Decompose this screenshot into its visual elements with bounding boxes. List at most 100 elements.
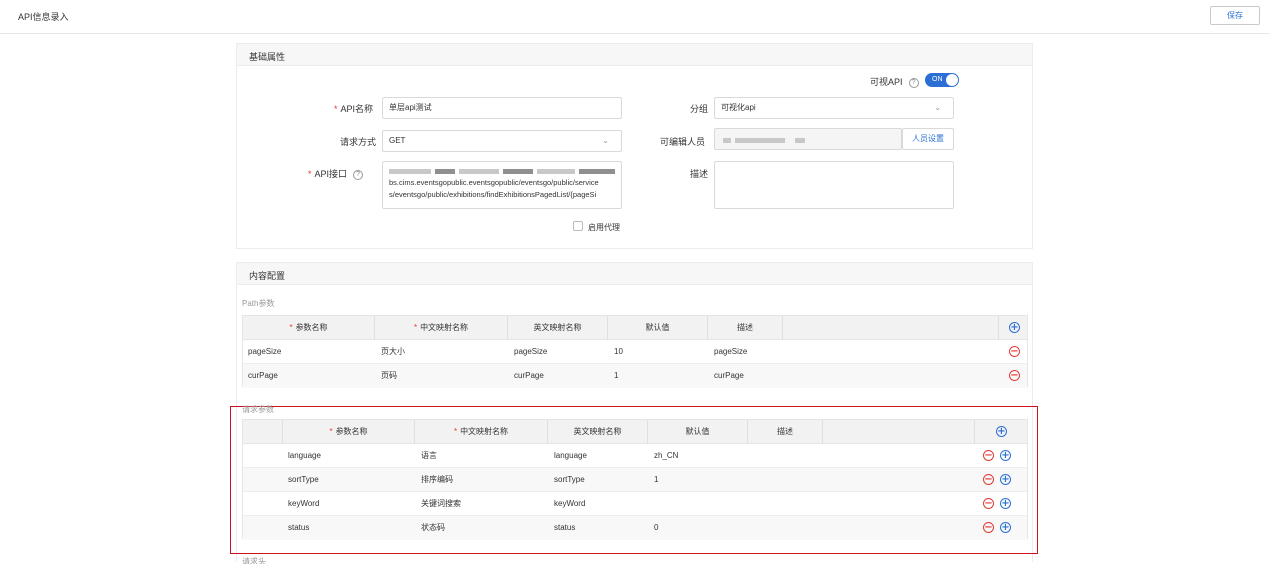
cell-default: zh_CN (654, 451, 679, 460)
page-title: API信息录入 (18, 12, 69, 22)
remove-row-icon[interactable]: − (983, 450, 994, 461)
cell-name: status (288, 523, 310, 532)
save-button[interactable]: 保存 (1210, 6, 1260, 25)
cell-name: sortType (288, 475, 319, 484)
cell-desc: curPage (714, 371, 744, 380)
remove-row-icon[interactable]: − (1009, 346, 1020, 357)
chevron-down-icon: ⌄ (602, 136, 609, 145)
table-header: * 参数名称 * 中文映射名称 英文映射名称 默认值 描述 + (243, 420, 1027, 444)
endpoint-line-2: s/eventsgo/public/exhibitions/findExhibi… (389, 190, 597, 199)
group-select[interactable]: 可视化api ⌄ (714, 97, 954, 119)
cell-name: keyWord (288, 499, 320, 508)
visual-api-label: 可视API? (870, 75, 919, 88)
api-endpoint-textarea[interactable]: bs.cims.eventsgopublic.eventsgopublic/ev… (382, 161, 622, 209)
cell-default: 0 (654, 523, 659, 532)
cell-cn: 语言 (421, 451, 437, 460)
chevron-down-icon: ⌄ (934, 103, 941, 112)
cell-cn: 页大小 (381, 347, 405, 356)
cell-en: keyWord (554, 499, 586, 508)
table-row: status 状态码 status 0 − + (243, 516, 1027, 540)
table-row: sortType 排序编码 sortType 1 − + (243, 468, 1027, 492)
editors-label: 可编辑人员 (660, 137, 706, 147)
proxy-label: 启用代理 (588, 223, 620, 232)
remove-row-icon[interactable]: − (1009, 370, 1020, 381)
redacted-editor-name (735, 138, 785, 143)
endpoint-line-1: bs.cims.eventsgopublic.eventsgopublic/ev… (389, 178, 599, 187)
column-header-spacer (783, 316, 999, 340)
redacted-endpoint-host (459, 169, 499, 174)
column-header: * 参数名称 (243, 316, 375, 340)
cell-name: curPage (248, 371, 278, 380)
cell-en: status (554, 523, 576, 532)
description-label: 描述 (690, 169, 709, 179)
api-endpoint-label: * API接口? (308, 167, 364, 180)
cell-cn: 状态码 (421, 523, 445, 532)
column-header: 英文映射名称 (508, 316, 608, 340)
add-row-icon[interactable]: + (996, 426, 1007, 437)
redacted-endpoint-host (389, 169, 431, 174)
add-row-icon[interactable]: + (1000, 474, 1011, 485)
redacted-endpoint-host (503, 169, 533, 174)
table-header: * 参数名称 * 中文映射名称 英文映射名称 默认值 描述 + (243, 316, 1027, 340)
add-row-icon[interactable]: + (1009, 322, 1020, 333)
request-headers-label: 请求头 (242, 557, 266, 564)
table-row: pageSize 页大小 pageSize 10 pageSize − (243, 340, 1027, 364)
remove-row-icon[interactable]: − (983, 498, 994, 509)
table-row: language 语言 language zh_CN − + (243, 444, 1027, 468)
column-header: 默认值 (608, 316, 708, 340)
column-header: * 中文映射名称 (375, 316, 508, 340)
column-header: 描述 (748, 420, 823, 444)
redacted-editor-name (723, 138, 731, 143)
cell-default: 1 (654, 475, 659, 484)
group-label: 分组 (690, 104, 709, 114)
redacted-editor-name (795, 138, 805, 143)
help-icon[interactable]: ? (908, 77, 919, 88)
cell-name: language (288, 451, 321, 460)
cell-en: pageSize (514, 347, 548, 356)
method-label: 请求方式 (340, 137, 377, 147)
cell-default: 10 (614, 347, 623, 356)
remove-row-icon[interactable]: − (983, 522, 994, 533)
cell-en: sortType (554, 475, 585, 484)
content-config-header: 内容配置 (237, 263, 1032, 285)
table-row: curPage 页码 curPage 1 curPage − (243, 364, 1027, 388)
cell-name: pageSize (248, 347, 282, 356)
column-header: 默认值 (648, 420, 748, 444)
column-header: 描述 (708, 316, 783, 340)
help-icon[interactable]: ? (353, 169, 364, 180)
editors-field (714, 128, 902, 150)
add-row-icon[interactable]: + (1000, 522, 1011, 533)
editors-settings-button[interactable]: 人员设置 (902, 128, 954, 150)
column-header-spacer (823, 420, 975, 444)
cell-cn: 关键词搜索 (421, 499, 461, 508)
proxy-checkbox[interactable] (573, 221, 583, 231)
cell-desc: pageSize (714, 347, 748, 356)
remove-row-icon[interactable]: − (983, 474, 994, 485)
table-row: keyWord 关键词搜索 keyWord − + (243, 492, 1027, 516)
cell-cn: 排序编码 (421, 475, 453, 484)
api-name-input[interactable]: 单层api测试 (382, 97, 622, 119)
basic-properties-header: 基础属性 (237, 44, 1032, 66)
path-params-table: * 参数名称 * 中文映射名称 英文映射名称 默认值 描述 + pageSize 页… (242, 315, 1028, 388)
request-params-label: 请求参数 (242, 405, 274, 414)
request-params-table: * 参数名称 * 中文映射名称 英文映射名称 默认值 描述 + language 语… (242, 419, 1028, 540)
redacted-endpoint-host (579, 169, 615, 174)
description-textarea[interactable] (714, 161, 954, 209)
cell-default: 1 (614, 371, 619, 380)
method-select[interactable]: GET ⌄ (382, 130, 622, 152)
redacted-endpoint-host (435, 169, 455, 174)
toggle-knob (946, 74, 958, 86)
api-name-label: * API名称 (334, 104, 374, 114)
column-header: 英文映射名称 (548, 420, 648, 444)
basic-properties-title: 基础属性 (249, 52, 286, 62)
visual-api-toggle[interactable]: ON (925, 73, 959, 87)
add-row-icon[interactable]: + (1000, 450, 1011, 461)
top-bar: API信息录入 保存 (0, 0, 1270, 34)
column-header: * 参数名称 (283, 420, 415, 444)
redacted-endpoint-host (537, 169, 575, 174)
column-header-spacer (243, 420, 283, 444)
column-header: * 中文映射名称 (415, 420, 548, 444)
cell-en: language (554, 451, 587, 460)
content-config-title: 内容配置 (249, 271, 286, 281)
add-row-icon[interactable]: + (1000, 498, 1011, 509)
